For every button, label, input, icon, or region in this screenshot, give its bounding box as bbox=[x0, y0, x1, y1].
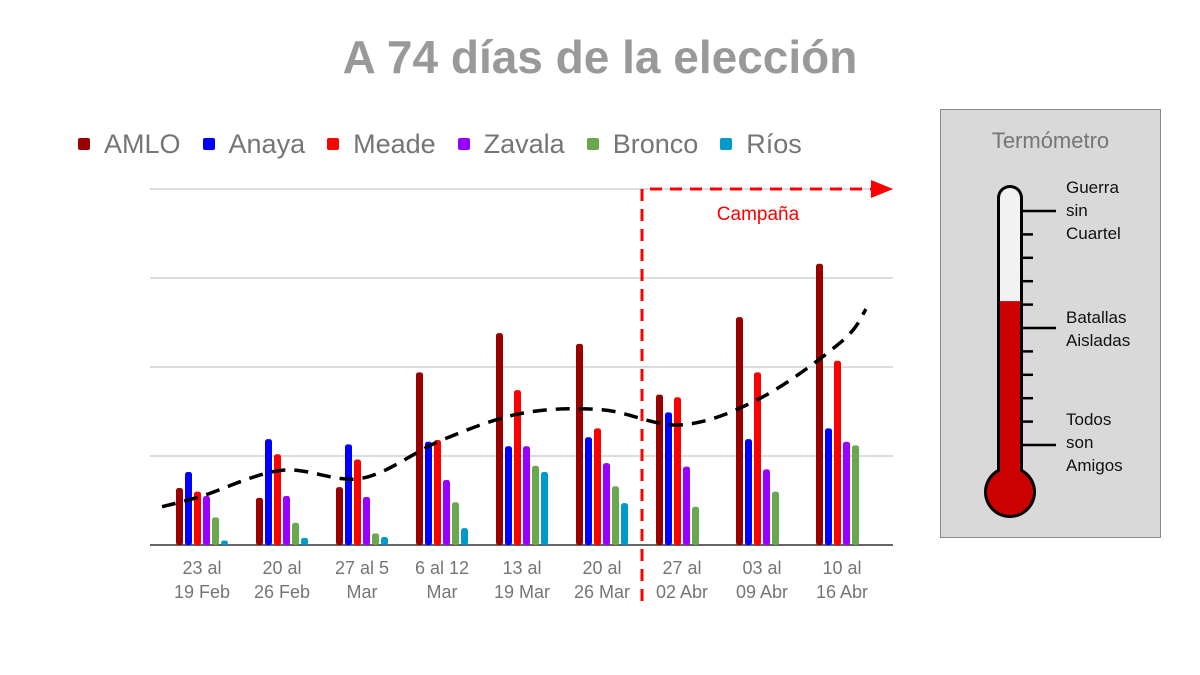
bar-amlo bbox=[256, 497, 263, 545]
bar-bronco bbox=[612, 486, 619, 545]
thermometer-panel: Termómetro Guerra sin Cuartel Batallas A… bbox=[940, 109, 1161, 538]
bar-amlo bbox=[336, 487, 343, 545]
bar-meade bbox=[434, 439, 441, 545]
x-tick-label: 20 al bbox=[582, 558, 621, 578]
bar-bronco bbox=[852, 445, 859, 545]
bar-zavala bbox=[283, 496, 290, 545]
x-tick-label: 23 al bbox=[182, 558, 221, 578]
thermometer-label-bottom: Todos son Amigos bbox=[1066, 410, 1123, 475]
bar-zavala bbox=[763, 469, 770, 545]
x-tick-label: 10 al bbox=[822, 558, 861, 578]
bar-anaya bbox=[425, 441, 432, 545]
x-tick-label: 6 al 12 bbox=[415, 558, 469, 578]
bar-ros bbox=[541, 472, 548, 545]
bar-zavala bbox=[683, 466, 690, 545]
bar-bronco bbox=[212, 517, 219, 545]
bar-ros bbox=[621, 503, 628, 545]
bar-meade bbox=[274, 454, 281, 545]
thermometer-label-top: Guerra sin Cuartel bbox=[1066, 178, 1121, 243]
bar-anaya bbox=[185, 472, 192, 545]
campaign-label: Campaña bbox=[717, 204, 800, 225]
bar-bronco bbox=[772, 491, 779, 545]
bar-bronco bbox=[372, 533, 379, 545]
bar-ros bbox=[221, 540, 228, 545]
x-tick-label: 16 Abr bbox=[816, 582, 868, 602]
bar-anaya bbox=[345, 444, 352, 545]
x-tick-label: 20 al bbox=[262, 558, 301, 578]
x-tick-label: 09 Abr bbox=[736, 582, 788, 602]
bar-anaya bbox=[585, 437, 592, 545]
bar-meade bbox=[674, 397, 681, 545]
bar-bronco bbox=[532, 465, 539, 545]
bar-amlo bbox=[656, 394, 663, 545]
x-tick-label: 19 Feb bbox=[174, 582, 230, 602]
thermometer-label-middle: Batallas Aisladas bbox=[1066, 308, 1131, 350]
bar-meade bbox=[354, 459, 361, 545]
bar-anaya bbox=[825, 428, 832, 545]
bar-zavala bbox=[443, 480, 450, 545]
x-tick-label: Mar bbox=[347, 582, 378, 602]
bar-ros bbox=[381, 536, 388, 545]
thermometer-fill bbox=[1000, 301, 1020, 492]
bar-bronco bbox=[692, 506, 699, 545]
bar-zavala bbox=[843, 441, 850, 545]
x-tick-label: 27 al 5 bbox=[335, 558, 389, 578]
bar-anaya bbox=[505, 446, 512, 545]
x-tick-label: Mar bbox=[427, 582, 458, 602]
bar-meade bbox=[834, 360, 841, 545]
bar-meade bbox=[594, 428, 601, 545]
x-tick-label: 19 Mar bbox=[494, 582, 550, 602]
x-tick-label: 03 al bbox=[742, 558, 781, 578]
bar-zavala bbox=[603, 463, 610, 545]
x-tick-label: 26 Feb bbox=[254, 582, 310, 602]
bar-ros bbox=[461, 528, 468, 545]
bar-amlo bbox=[496, 333, 503, 545]
bar-amlo bbox=[736, 317, 743, 545]
x-tick-label: 27 al bbox=[662, 558, 701, 578]
arrow-right-icon bbox=[871, 180, 893, 198]
bar-zavala bbox=[363, 496, 370, 545]
bar-amlo bbox=[416, 372, 423, 545]
bar-zavala bbox=[523, 446, 530, 545]
bar-amlo bbox=[576, 343, 583, 545]
bar-bronco bbox=[452, 502, 459, 545]
x-tick-label: 26 Mar bbox=[574, 582, 630, 602]
bar-anaya bbox=[745, 439, 752, 545]
bar-zavala bbox=[203, 496, 210, 545]
bar-amlo bbox=[816, 263, 823, 545]
x-tick-label: 13 al bbox=[502, 558, 541, 578]
bar-ros bbox=[301, 537, 308, 545]
bar-anaya bbox=[265, 439, 272, 545]
bar-amlo bbox=[176, 488, 183, 545]
bar-bronco bbox=[292, 522, 299, 545]
thermometer-bulb bbox=[987, 469, 1033, 515]
x-tick-label: 02 Abr bbox=[656, 582, 708, 602]
bar-anaya bbox=[665, 412, 672, 545]
